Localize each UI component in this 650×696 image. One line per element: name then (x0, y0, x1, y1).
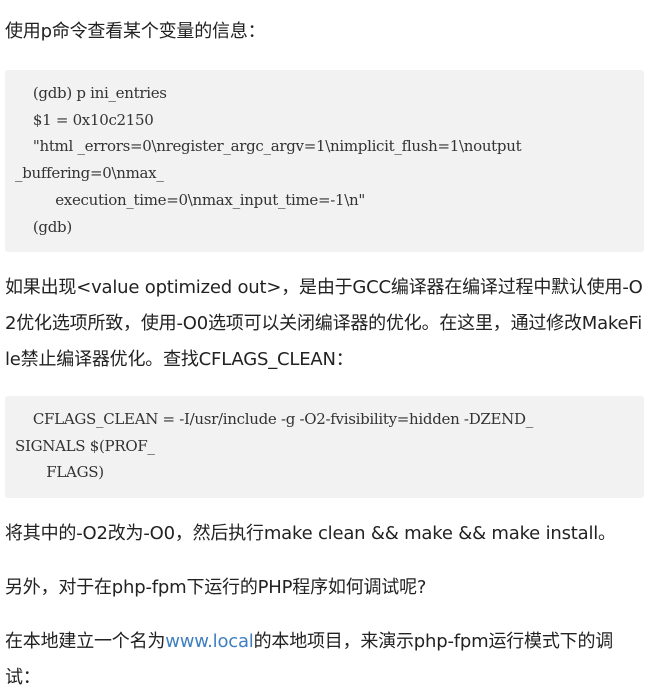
code-line: FLAGS) (15, 463, 104, 482)
gdb-code-block: (gdb) p ini_entries $1 = 0x10c2150 "html… (5, 70, 644, 252)
make-instruction-paragraph: 将其中的-O2改为-O0，然后执行make clean && make && m… (5, 523, 616, 544)
local-project-paragraph: 在本地建立一个名为www.local的本地项目，来演示php-fpm运行模式下的… (5, 624, 645, 696)
code-line: $1 = 0x10c2150 (15, 110, 154, 129)
article-page: 使用p命令查看某个变量的信息： (gdb) p ini_entries $1 =… (0, 0, 650, 691)
php-fpm-question-paragraph: 另外，对于在php-fpm下运行的PHP程序如何调试呢? (5, 577, 427, 598)
cflags-code-block: CFLAGS_CLEAN = -I/usr/include -g -O2-fvi… (5, 396, 644, 498)
www-local-link[interactable]: www.local (165, 631, 254, 652)
code-line: (gdb) p ini_entries (15, 84, 167, 102)
code-line: execution_time=0\nmax_input_time=-1\n" (15, 190, 365, 209)
code-line: CFLAGS_CLEAN = -I/usr/include -g -O2-fvi… (15, 410, 533, 428)
code-line: "html _errors=0\nregister_argc_argv=1\ni… (15, 137, 522, 156)
code-line: SIGNALS $(PROF_ (15, 436, 155, 455)
intro-paragraph: 使用p命令查看某个变量的信息： (5, 21, 266, 42)
code-line: (gdb) (15, 217, 72, 236)
paragraph-text-before-link: 在本地建立一个名为 (5, 631, 166, 652)
optimization-paragraph: 如果出现<value optimized out>，是由于GCC编译器在编译过程… (5, 277, 643, 370)
code-line: _buffering=0\nmax_ (15, 164, 164, 183)
